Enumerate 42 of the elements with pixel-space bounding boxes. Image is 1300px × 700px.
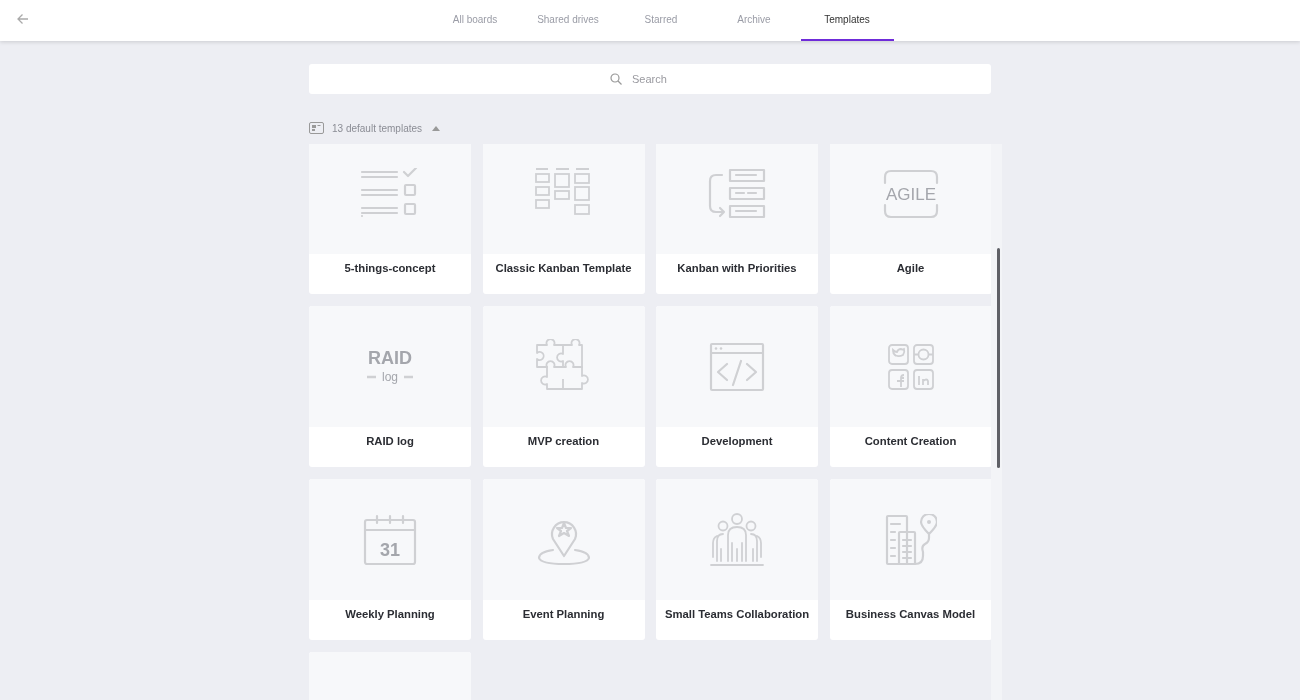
template-title: Classic Kanban Template — [494, 261, 633, 276]
team-icon — [709, 512, 765, 567]
template-title: RAID log — [365, 434, 415, 449]
building-icon — [884, 513, 937, 566]
template-card[interactable]: Content Creation — [829, 306, 992, 467]
template-card[interactable]: Classic Kanban Template — [482, 144, 645, 294]
template-title: Business Canvas Model — [844, 607, 977, 622]
template-title: Weekly Planning — [344, 607, 436, 622]
code-icon — [709, 341, 765, 392]
template-card[interactable]: Development — [656, 306, 818, 467]
search-field[interactable]: Search — [309, 64, 991, 94]
template-card[interactable]: AGILE Agile — [829, 144, 992, 294]
template-card[interactable]: 5-things-concept — [309, 144, 471, 294]
checklist-icon — [360, 167, 420, 220]
icon-text: RAID — [368, 347, 412, 368]
icon-text: log — [382, 369, 398, 384]
template-title: Kanban with Priorities — [676, 261, 798, 276]
back-arrow-icon — [16, 12, 30, 26]
template-card[interactable]: Small Teams Collaboration — [656, 479, 818, 640]
template-card[interactable]: MVP creation — [482, 306, 645, 467]
search-icon — [610, 73, 622, 85]
template-title: 5-things-concept — [343, 261, 437, 276]
template-card[interactable]: 31 Weekly Planning — [309, 479, 471, 640]
template-title: Small Teams Collaboration — [663, 607, 811, 622]
template-card[interactable]: Kanban with Priorities — [656, 144, 818, 294]
template-card[interactable]: RAID log RAID log — [309, 306, 471, 467]
icon-text: 31 — [380, 539, 400, 560]
template-title: Event Planning — [521, 607, 606, 622]
icon-text: AGILE — [885, 184, 936, 204]
template-card[interactable]: Event Planning — [482, 479, 645, 640]
template-grid-icon — [309, 122, 324, 134]
caret-icon[interactable] — [432, 125, 441, 131]
template-title: Content Creation — [863, 434, 958, 449]
social-icon — [886, 342, 935, 391]
search-input: Search — [630, 69, 690, 89]
template-card[interactable]: Business Canvas Model — [829, 479, 992, 640]
nav-tab[interactable]: Templates — [800, 0, 894, 41]
template-title: Development — [700, 434, 774, 449]
template-title: MVP creation — [526, 434, 601, 449]
scrollbar-thumb[interactable] — [997, 248, 1000, 468]
priorities-icon — [708, 167, 766, 220]
template-title: Agile — [895, 261, 926, 276]
